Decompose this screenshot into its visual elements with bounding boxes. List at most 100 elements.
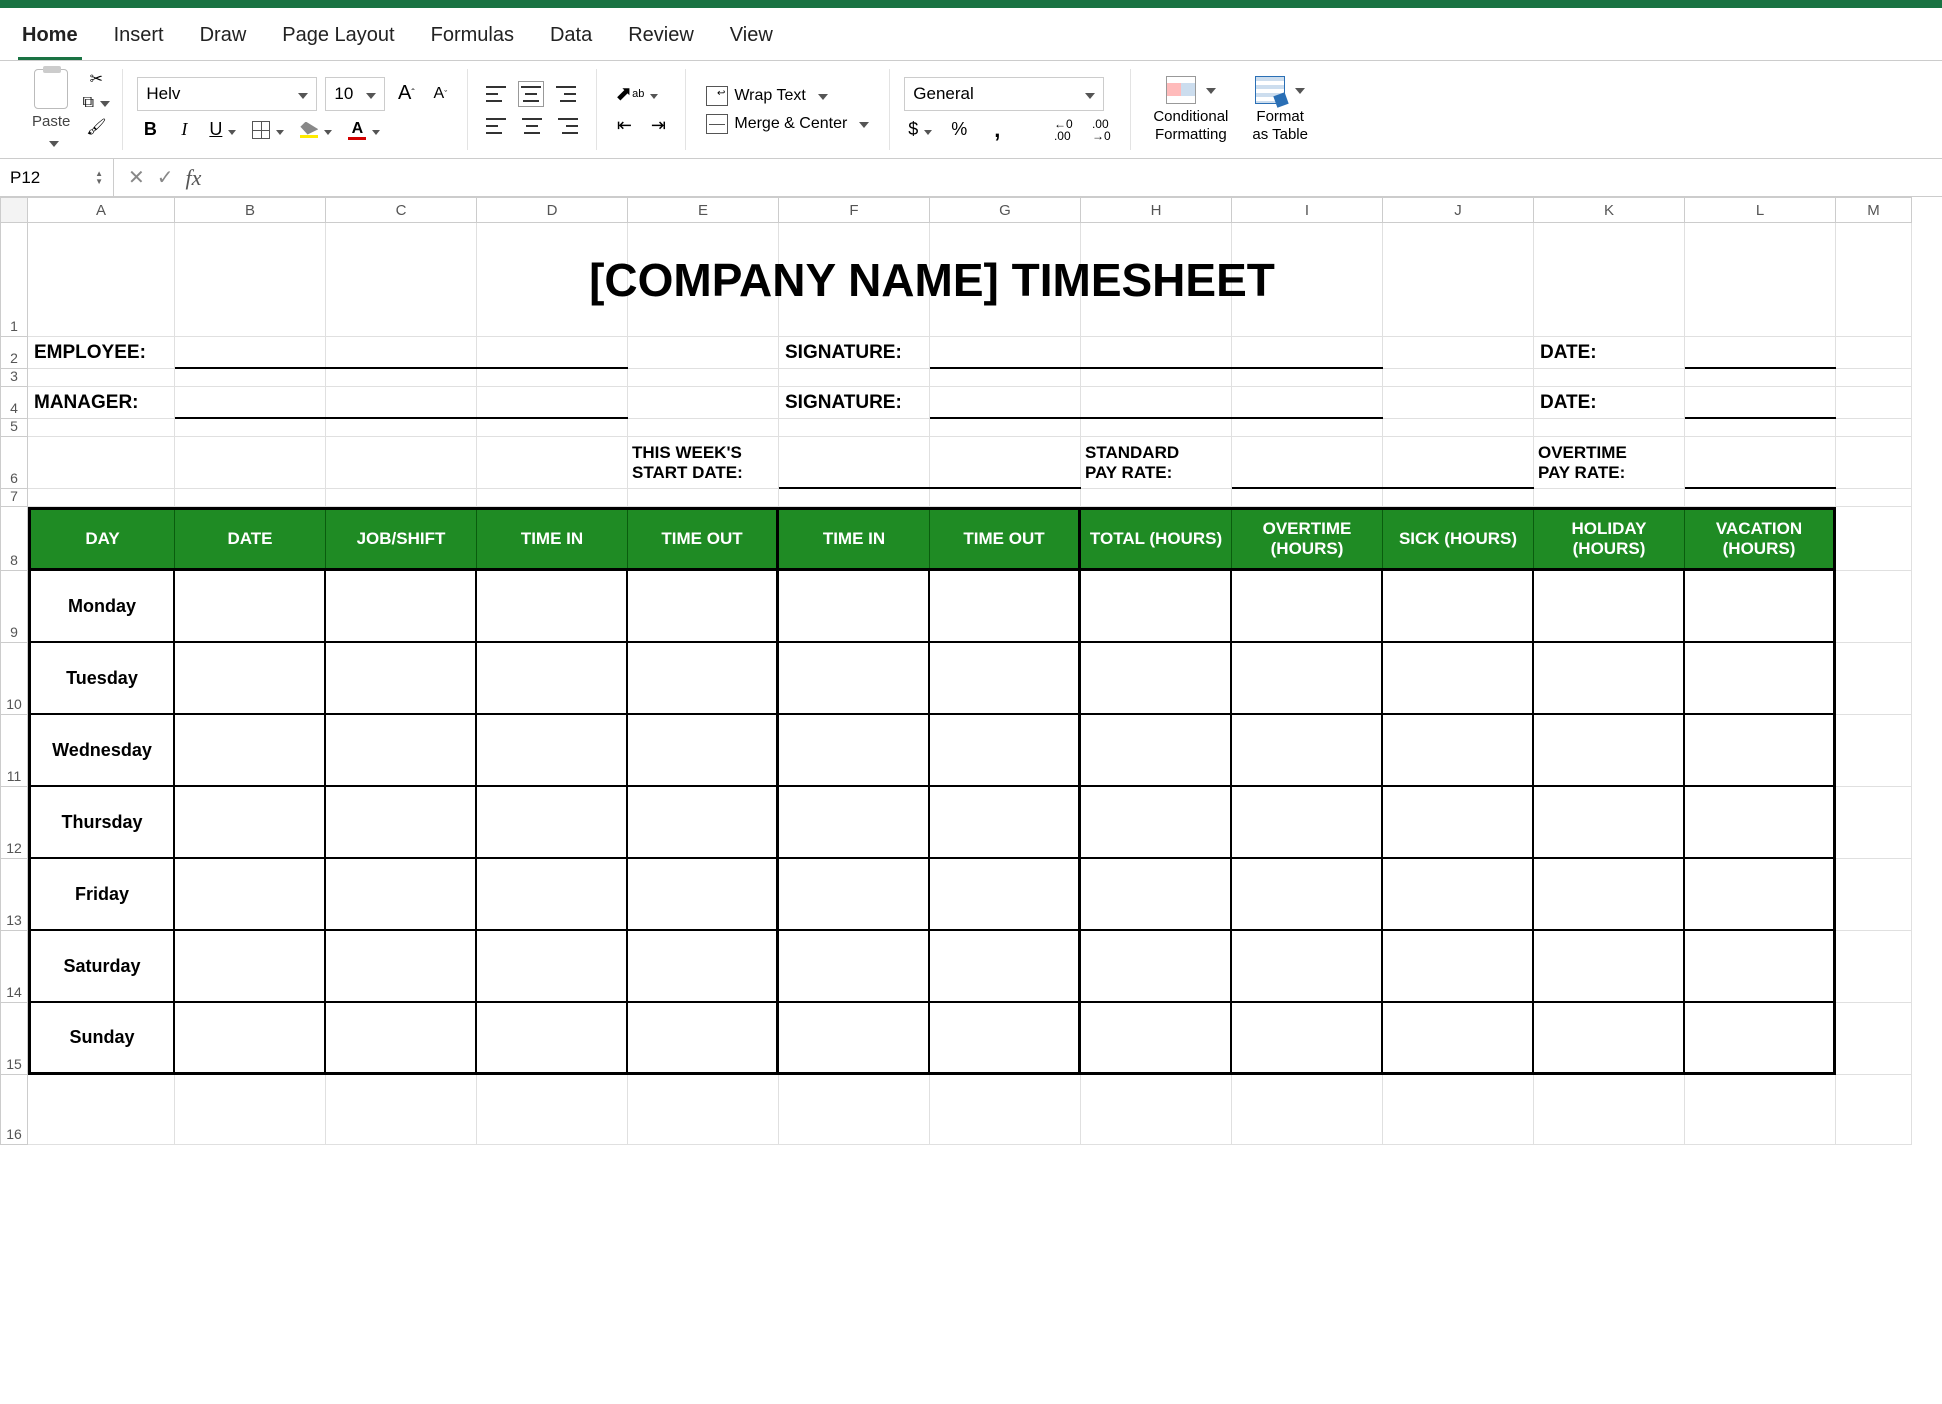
cell[interactable] <box>1836 507 1912 571</box>
data-cell[interactable] <box>1685 787 1836 859</box>
data-cell[interactable] <box>628 859 779 931</box>
data-cell[interactable] <box>1534 643 1685 715</box>
data-cell[interactable] <box>1232 859 1383 931</box>
data-cell[interactable] <box>1383 931 1534 1003</box>
data-cell[interactable] <box>1534 859 1685 931</box>
data-cell[interactable] <box>477 571 628 643</box>
data-cell[interactable] <box>1383 1003 1534 1075</box>
row-header[interactable]: 9 <box>0 571 28 643</box>
align-center-button[interactable] <box>518 113 546 139</box>
data-cell[interactable] <box>1081 787 1232 859</box>
th-time-in-2[interactable]: TIME IN <box>779 510 930 568</box>
data-cell[interactable] <box>175 571 326 643</box>
overtime-rate-label[interactable]: OVERTIMEPAY RATE: <box>1534 437 1685 489</box>
cell[interactable] <box>1081 1075 1232 1145</box>
row-header[interactable]: 7 <box>0 489 28 507</box>
cell[interactable] <box>326 1075 477 1145</box>
data-cell[interactable] <box>779 931 930 1003</box>
tab-page-layout[interactable]: Page Layout <box>278 18 398 60</box>
font-size-dropdown[interactable]: 10 <box>325 77 385 111</box>
paste-button[interactable]: Paste <box>24 69 78 150</box>
tab-view[interactable]: View <box>726 18 777 60</box>
cell[interactable] <box>477 489 628 507</box>
cell[interactable] <box>175 1075 326 1145</box>
accounting-format-button[interactable]: $ <box>904 117 936 143</box>
row-header[interactable]: 11 <box>0 715 28 787</box>
row-header[interactable]: 3 <box>0 369 28 387</box>
data-cell[interactable] <box>1685 859 1836 931</box>
name-box[interactable]: P12 ▲▼ <box>0 159 114 196</box>
column-header[interactable]: C <box>326 197 477 223</box>
standard-rate-label[interactable]: STANDARDPAY RATE: <box>1081 437 1232 489</box>
increase-font-button[interactable]: Aˆ <box>393 81 419 107</box>
cell[interactable] <box>175 419 326 437</box>
cell[interactable] <box>779 489 930 507</box>
comma-format-button[interactable]: , <box>982 117 1012 143</box>
week-start-label[interactable]: THIS WEEK'SSTART DATE: <box>628 437 779 489</box>
cell[interactable] <box>1232 369 1383 387</box>
data-cell[interactable] <box>1081 859 1232 931</box>
data-cell[interactable] <box>326 571 477 643</box>
wrap-text-button[interactable]: Wrap Text <box>700 82 875 110</box>
data-cell[interactable] <box>326 643 477 715</box>
manager-field[interactable] <box>175 387 628 419</box>
number-format-dropdown[interactable]: General <box>904 77 1104 111</box>
orientation-button[interactable]: ⬈ab <box>611 81 662 107</box>
format-painter-button[interactable]: 🖌 <box>84 117 108 137</box>
data-cell[interactable] <box>628 715 779 787</box>
select-all-corner[interactable] <box>0 197 28 223</box>
data-cell[interactable] <box>1383 859 1534 931</box>
cell[interactable] <box>1232 419 1383 437</box>
cell[interactable] <box>930 369 1081 387</box>
data-cell[interactable] <box>175 787 326 859</box>
cell[interactable] <box>1685 369 1836 387</box>
column-header[interactable]: M <box>1836 197 1912 223</box>
data-cell[interactable] <box>1081 571 1232 643</box>
data-cell[interactable] <box>477 643 628 715</box>
column-header[interactable]: D <box>477 197 628 223</box>
cell[interactable] <box>28 369 175 387</box>
day-cell[interactable]: Sunday <box>28 1003 175 1075</box>
font-name-dropdown[interactable]: Helv <box>137 77 317 111</box>
tab-data[interactable]: Data <box>546 18 596 60</box>
cell[interactable] <box>1836 1003 1912 1075</box>
data-cell[interactable] <box>1383 715 1534 787</box>
cell[interactable] <box>28 489 175 507</box>
row-header[interactable]: 5 <box>0 419 28 437</box>
increase-decimal-button[interactable]: ←0.00 <box>1048 117 1078 143</box>
merge-center-button[interactable]: Merge & Center <box>700 110 875 138</box>
data-cell[interactable] <box>930 787 1081 859</box>
data-cell[interactable] <box>1534 571 1685 643</box>
standard-rate-field[interactable] <box>1232 437 1534 489</box>
data-cell[interactable] <box>1685 643 1836 715</box>
data-cell[interactable] <box>628 787 779 859</box>
formula-input[interactable] <box>215 159 1942 196</box>
column-header[interactable]: F <box>779 197 930 223</box>
cell[interactable] <box>1081 419 1232 437</box>
data-cell[interactable] <box>477 787 628 859</box>
row-header[interactable]: 16 <box>0 1075 28 1145</box>
data-cell[interactable] <box>1081 715 1232 787</box>
align-middle-button[interactable] <box>518 81 544 107</box>
data-cell[interactable] <box>779 715 930 787</box>
cell[interactable] <box>930 489 1081 507</box>
cell[interactable] <box>779 419 930 437</box>
manager-label[interactable]: MANAGER: <box>28 387 175 419</box>
data-cell[interactable] <box>930 715 1081 787</box>
data-cell[interactable] <box>1081 643 1232 715</box>
cell[interactable] <box>628 369 779 387</box>
column-header[interactable]: J <box>1383 197 1534 223</box>
cell[interactable] <box>1534 489 1685 507</box>
column-header[interactable]: G <box>930 197 1081 223</box>
percent-format-button[interactable]: % <box>944 117 974 143</box>
data-cell[interactable] <box>628 931 779 1003</box>
date-label[interactable]: DATE: <box>1534 337 1685 369</box>
increase-indent-button[interactable]: ⇥ <box>645 113 671 139</box>
th-vacation-hours[interactable]: VACATION (HOURS) <box>1685 510 1836 568</box>
data-cell[interactable] <box>628 571 779 643</box>
data-cell[interactable] <box>779 1003 930 1075</box>
cell[interactable] <box>1383 419 1534 437</box>
th-time-in-1[interactable]: TIME IN <box>477 510 628 568</box>
data-cell[interactable] <box>1232 715 1383 787</box>
data-cell[interactable] <box>1232 787 1383 859</box>
